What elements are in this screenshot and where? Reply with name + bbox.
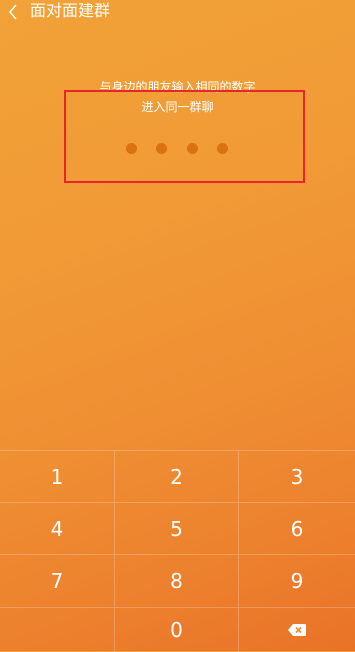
key-8[interactable]: 8	[115, 555, 239, 608]
chevron-left-icon	[9, 4, 17, 20]
key-blank	[0, 608, 115, 652]
key-9[interactable]: 9	[239, 555, 355, 608]
pin-dot	[126, 143, 137, 154]
instruction-line-2: 进入同一群聊	[141, 100, 214, 114]
delete-button[interactable]	[239, 608, 355, 652]
back-button[interactable]	[2, 0, 24, 24]
key-3[interactable]: 3	[239, 451, 355, 503]
numeric-keypad: 1 2 3 4 5 6 7 8 9 0	[0, 450, 355, 652]
page-title: 面对面建群	[30, 1, 111, 20]
key-5[interactable]: 5	[115, 503, 239, 555]
pin-dot	[187, 143, 198, 154]
instruction-line-1: 与身边的朋友输入相同的数字	[99, 80, 256, 94]
pin-dots	[0, 143, 355, 155]
key-2[interactable]: 2	[115, 451, 239, 503]
pin-dot	[156, 143, 167, 154]
key-7[interactable]: 7	[0, 555, 115, 608]
key-1[interactable]: 1	[0, 451, 115, 503]
header: 面对面建群	[0, 0, 355, 28]
key-0[interactable]: 0	[115, 608, 239, 652]
pin-dot	[217, 143, 228, 154]
backspace-icon	[288, 624, 306, 636]
key-4[interactable]: 4	[0, 503, 115, 555]
key-6[interactable]: 6	[239, 503, 355, 555]
